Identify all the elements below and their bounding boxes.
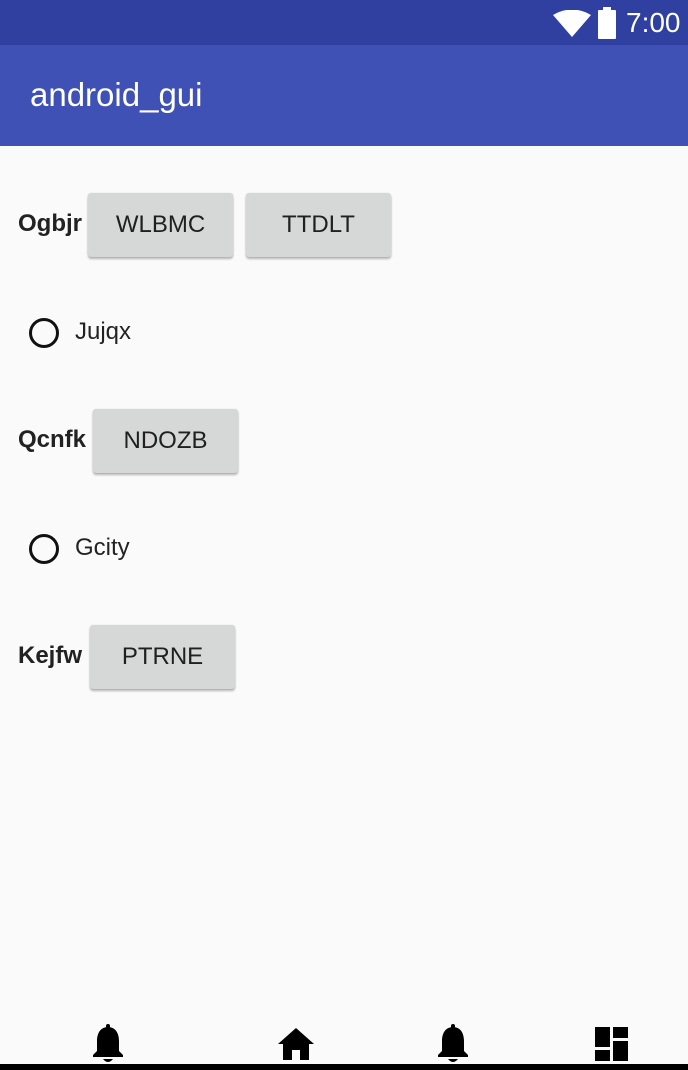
wifi-icon	[553, 10, 591, 37]
radio-button-circle[interactable]	[29, 318, 59, 348]
radio-label-jujqx: Jujqx	[75, 318, 132, 345]
battery-icon	[598, 7, 616, 39]
radio-label-gcity: Gcity	[75, 534, 130, 561]
nav-bottom-line	[0, 1064, 688, 1070]
row-label-qcnfk: Qcnfk	[18, 426, 87, 453]
ptrne-button[interactable]: PTRNE	[90, 625, 235, 689]
bell-icon[interactable]	[433, 1024, 473, 1064]
home-icon[interactable]	[276, 1024, 316, 1064]
row-label-ogbjr: Ogbjr	[18, 210, 82, 237]
dashboard-icon[interactable]	[592, 1024, 632, 1064]
radio-gcity[interactable]: Gcity	[29, 532, 169, 572]
app-bar: android_gui	[0, 45, 688, 146]
app-title: android_gui	[30, 76, 203, 113]
status-time: 7:00	[626, 7, 681, 38]
bell-icon[interactable]	[88, 1024, 128, 1064]
ttdlt-button[interactable]: TTDLT	[246, 193, 391, 257]
row-label-kejfw: Kejfw	[18, 642, 83, 669]
wlbmc-button[interactable]: WLBMC	[88, 193, 233, 257]
radio-jujqx[interactable]: Jujqx	[29, 316, 169, 356]
ndozb-button[interactable]: NDOZB	[93, 409, 238, 473]
status-bar: 7:00	[0, 0, 688, 45]
radio-button-circle[interactable]	[29, 534, 59, 564]
bottom-nav	[0, 1010, 688, 1070]
